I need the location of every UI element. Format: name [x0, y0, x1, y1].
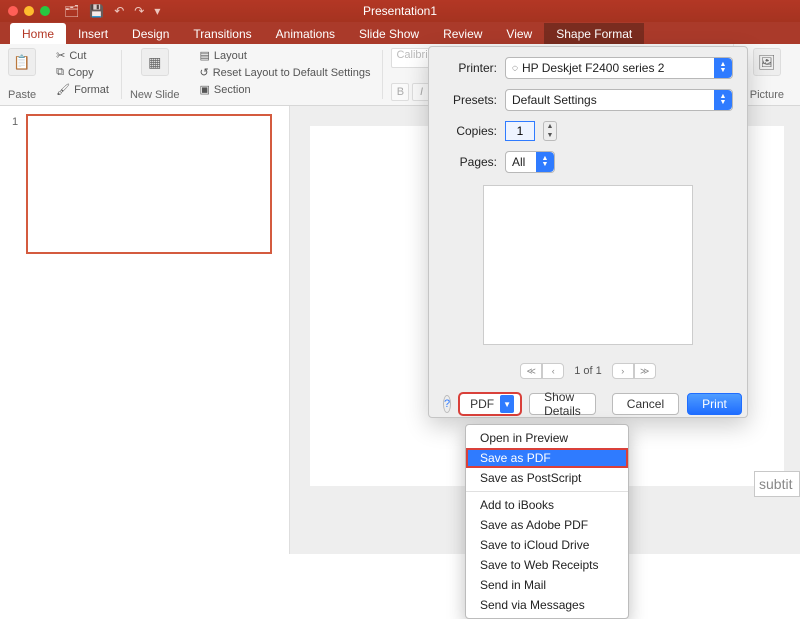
copies-stepper[interactable]: ▲▼ — [543, 121, 557, 141]
copies-input[interactable] — [505, 121, 535, 141]
menu-send-in-mail[interactable]: Send in Mail — [466, 575, 628, 595]
pdf-label: PDF — [470, 397, 494, 411]
menu-save-as-pdf[interactable]: Save as PDF — [466, 448, 628, 468]
section-button[interactable]: ▣ Section — [195, 82, 374, 97]
tab-review[interactable]: Review — [431, 23, 494, 44]
first-page-button[interactable]: ≪ — [520, 363, 542, 379]
tab-home[interactable]: Home — [10, 23, 66, 44]
menu-save-as-adobe-pdf[interactable]: Save as Adobe PDF — [466, 515, 628, 535]
slide-thumbnail-1[interactable] — [26, 114, 272, 254]
next-page-button[interactable]: › — [612, 363, 634, 379]
brush-icon: 🖌 — [56, 83, 70, 96]
last-page-button[interactable]: ≫ — [634, 363, 656, 379]
clipboard-group: ✂ Cut ⧉ Copy 🖌 Format — [44, 44, 121, 105]
ribbon-tab-strip: Home Insert Design Transitions Animation… — [0, 22, 800, 44]
pdf-dropdown-button[interactable]: PDF ▼ — [459, 393, 521, 415]
menu-separator — [466, 491, 628, 492]
slide-number: 1 — [12, 114, 18, 128]
chevron-updown-icon: ▲▼ — [536, 152, 554, 172]
presets-label: Presets: — [443, 93, 497, 107]
format-painter-button[interactable]: 🖌 Format — [52, 82, 113, 97]
slides-group: ▤ Layout ↺ Reset Layout to Default Setting… — [187, 44, 382, 105]
reset-label: Reset Layout to Default Settings — [213, 67, 371, 79]
presets-select[interactable]: Default Settings ▲▼ — [505, 89, 733, 111]
cut-label: Cut — [69, 50, 86, 62]
new-slide-label: New Slide — [130, 90, 180, 101]
menu-send-via-messages[interactable]: Send via Messages — [466, 595, 628, 615]
page-indicator: 1 of 1 — [574, 365, 602, 377]
section-label: Section — [214, 84, 251, 96]
chevron-down-icon: ▼ — [544, 131, 556, 140]
cancel-button[interactable]: Cancel — [612, 393, 679, 415]
copy-icon: ⧉ — [56, 66, 64, 79]
print-dialog: Printer: ◌ HP Deskjet F2400 series 2 ▲▼ … — [428, 46, 748, 418]
prev-page-button[interactable]: ‹ — [542, 363, 564, 379]
tab-design[interactable]: Design — [120, 23, 181, 44]
menu-add-to-ibooks[interactable]: Add to iBooks — [466, 495, 628, 515]
print-button[interactable]: Print — [687, 393, 742, 415]
printer-label: Printer: — [443, 61, 497, 75]
slide-thumbnail-panel: 1 — [0, 106, 290, 554]
pages-select[interactable]: All ▲▼ — [505, 151, 555, 173]
presets-value: Default Settings — [512, 93, 597, 107]
menu-open-in-preview[interactable]: Open in Preview — [466, 428, 628, 448]
printer-select[interactable]: ◌ HP Deskjet F2400 series 2 ▲▼ — [505, 57, 733, 79]
copy-button[interactable]: ⧉ Copy — [52, 65, 113, 80]
chevron-down-icon: ▼ — [500, 395, 514, 413]
document-title: Presentation1 — [0, 4, 800, 18]
menu-save-to-icloud[interactable]: Save to iCloud Drive — [466, 535, 628, 555]
section-icon: ▣ — [199, 83, 209, 96]
print-preview — [483, 185, 693, 345]
reset-layout-button[interactable]: ↺ Reset Layout to Default Settings — [195, 65, 374, 80]
thumbnail-row[interactable]: 1 — [12, 114, 277, 254]
tab-shape-format[interactable]: Shape Format — [544, 23, 644, 44]
chevron-updown-icon: ▲▼ — [714, 58, 732, 78]
new-slide-icon: ▦ — [141, 48, 169, 76]
tab-transitions[interactable]: Transitions — [181, 23, 263, 44]
tab-view[interactable]: View — [494, 23, 544, 44]
copies-label: Copies: — [443, 124, 497, 138]
bold-button[interactable]: B — [391, 83, 409, 101]
paste-icon: 📋 — [8, 48, 36, 76]
picture-icon: 🖼 — [753, 48, 781, 76]
printer-status-icon: ◌ — [512, 63, 518, 74]
menu-save-as-postscript[interactable]: Save as PostScript — [466, 468, 628, 488]
cut-button[interactable]: ✂ Cut — [52, 48, 113, 63]
pages-label: Pages: — [443, 155, 497, 169]
help-button[interactable]: ? — [443, 395, 451, 413]
chevron-updown-icon: ▲▼ — [714, 90, 732, 110]
menu-save-to-web-receipts[interactable]: Save to Web Receipts — [466, 555, 628, 575]
print-pager: ≪ ‹ 1 of 1 › ≫ — [443, 363, 733, 379]
scissors-icon: ✂ — [56, 49, 65, 62]
pdf-dropdown-menu: Open in Preview Save as PDF Save as Post… — [465, 424, 629, 619]
layout-icon: ▤ — [199, 49, 209, 62]
tab-insert[interactable]: Insert — [66, 23, 120, 44]
tab-animations[interactable]: Animations — [264, 23, 347, 44]
paste-group[interactable]: 📋 Paste — [0, 44, 44, 105]
show-details-button[interactable]: Show Details — [529, 393, 596, 415]
subtitle-placeholder[interactable]: subtit — [754, 471, 800, 497]
picture-label: Picture — [750, 89, 784, 101]
new-slide-button[interactable]: ▦ New Slide — [122, 44, 188, 105]
chevron-up-icon: ▲ — [544, 122, 556, 131]
copy-label: Copy — [68, 67, 94, 79]
format-label: Format — [74, 84, 109, 96]
paste-label: Paste — [8, 89, 36, 101]
printer-value: HP Deskjet F2400 series 2 — [522, 61, 665, 75]
layout-button[interactable]: ▤ Layout — [195, 48, 374, 63]
reset-icon: ↺ — [199, 66, 208, 79]
tab-slideshow[interactable]: Slide Show — [347, 23, 431, 44]
window-titlebar: 🗂 💾 ↶ ↷ ▾ Presentation1 — [0, 0, 800, 22]
layout-label: Layout — [214, 50, 247, 62]
pages-value: All — [512, 155, 525, 169]
